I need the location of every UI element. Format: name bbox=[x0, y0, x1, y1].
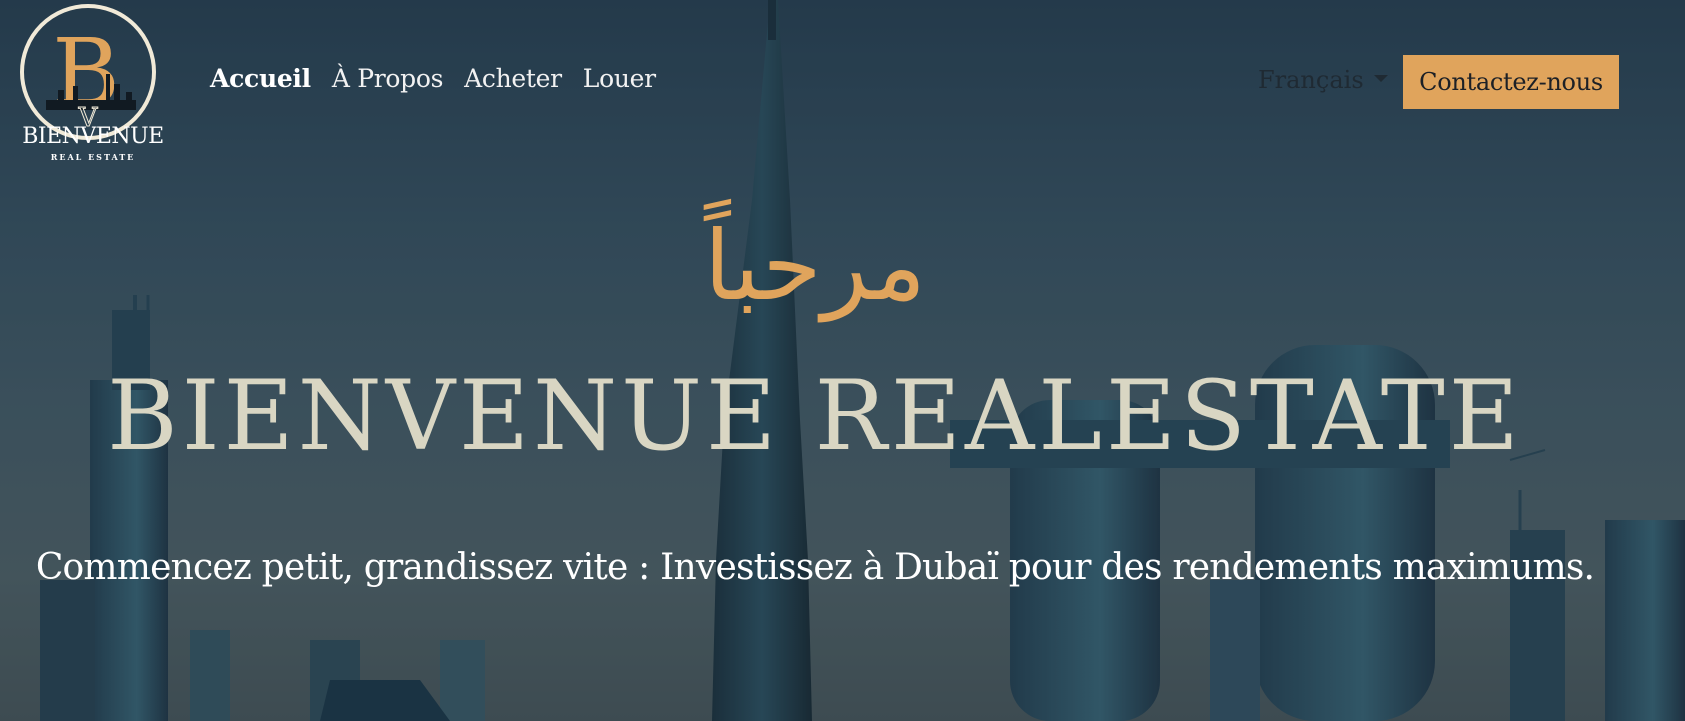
hero-section: B V BIENVENUE REAL ESTATE Accueil À Prop… bbox=[0, 0, 1685, 721]
hero-tagline: Commencez petit, grandissez vite : Inves… bbox=[35, 547, 1595, 588]
logo-wordmark: BIENVENUE bbox=[22, 124, 164, 149]
contact-button[interactable]: Contactez-nous bbox=[1403, 55, 1619, 109]
logo-subtitle: REAL ESTATE bbox=[50, 152, 136, 162]
brand-logo[interactable]: B V BIENVENUE REAL ESTATE bbox=[18, 4, 168, 162]
hero-headline: BIENVENUE REALESTATE bbox=[107, 360, 1523, 472]
nav-item-a-propos[interactable]: À Propos bbox=[332, 64, 444, 93]
language-dropdown[interactable]: Français bbox=[1258, 66, 1388, 94]
language-selected: Français bbox=[1258, 66, 1364, 94]
nav-item-acheter[interactable]: Acheter bbox=[464, 64, 562, 93]
nav-item-accueil[interactable]: Accueil bbox=[210, 64, 311, 93]
chevron-down-icon bbox=[1373, 74, 1388, 82]
main-nav: Accueil À Propos Acheter Louer bbox=[210, 64, 656, 93]
nav-item-louer[interactable]: Louer bbox=[583, 64, 656, 93]
arabic-greeting: مرحباً bbox=[704, 210, 926, 322]
